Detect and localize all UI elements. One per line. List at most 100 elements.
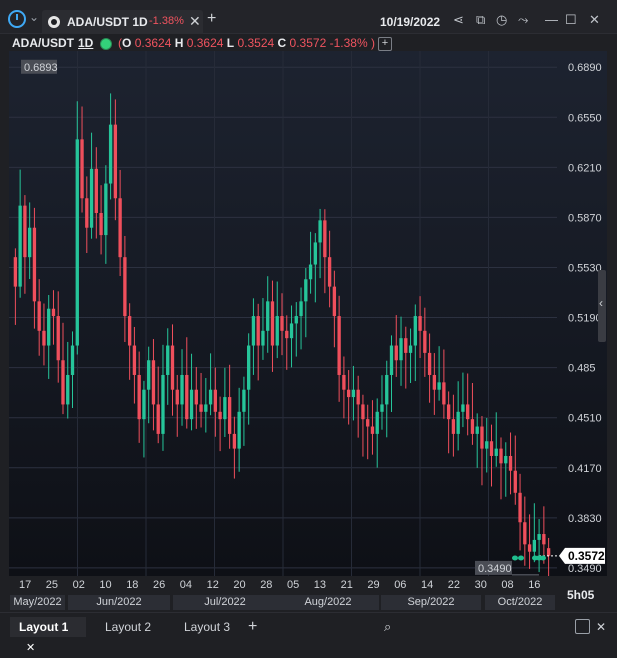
candle-body	[442, 382, 446, 405]
candle-body	[232, 433, 237, 449]
candle-body	[189, 389, 194, 420]
candle-body	[147, 360, 151, 390]
candle-body	[180, 374, 184, 405]
event-marker	[540, 555, 546, 561]
countdown-timer: 5h05	[567, 588, 595, 602]
price-chart[interactable]: 0.6890 0.6550 0.6210 0.5870 0.5530 0.5190 0.48…	[9, 51, 607, 576]
y-tick-label: 0.4170	[568, 463, 602, 475]
candle-body	[23, 205, 27, 258]
candle-body	[13, 257, 18, 287]
candle-body	[185, 374, 189, 420]
month-label: May/2022	[10, 595, 65, 610]
candle-body	[242, 389, 246, 412]
candle-body	[266, 301, 270, 331]
candle-body	[499, 448, 503, 464]
last-price-label: 0.3572	[568, 549, 605, 563]
add-indicator-button[interactable]: +	[378, 37, 392, 51]
y-tick-label: 0.5530	[568, 262, 602, 274]
candle-body	[456, 411, 460, 434]
candle-body	[546, 548, 551, 556]
candle-body	[175, 389, 179, 405]
month-label: Jun/2022	[68, 595, 170, 610]
candle-body	[194, 389, 198, 405]
low-value: 0.3524	[237, 36, 275, 50]
close-panel-icon[interactable]: ✕	[596, 617, 606, 637]
candle-body	[342, 374, 346, 390]
candle-body	[399, 338, 403, 361]
fullscreen-icon[interactable]	[575, 619, 590, 634]
compare-icon[interactable]: ⤳	[518, 12, 528, 28]
candle-body	[294, 316, 298, 324]
candle-body	[523, 522, 527, 545]
candle-body	[94, 168, 98, 213]
y-tick-label: 0.6210	[568, 162, 602, 174]
candle-body	[446, 404, 451, 420]
popout-icon[interactable]: ⧉	[476, 12, 485, 28]
date-label: 10/19/2022	[380, 15, 441, 29]
candle-body	[32, 227, 37, 302]
x-tick-label: 05	[287, 579, 300, 591]
x-tick-label: 06	[394, 579, 407, 591]
side-panel-handle[interactable]	[598, 270, 606, 342]
candle-body	[466, 404, 470, 420]
x-tick-label: 12	[206, 579, 219, 591]
maximize-icon[interactable]: ☐	[565, 12, 577, 28]
new-tab-button[interactable]: +	[207, 11, 216, 27]
candle-body	[280, 316, 284, 331]
candle-body	[237, 411, 241, 449]
candle-body	[37, 301, 41, 331]
candle-body	[299, 301, 303, 317]
candle-body	[137, 374, 141, 420]
layout-tab-2[interactable]: Layout 2	[105, 617, 151, 637]
chevron-down-icon[interactable]: ⌄	[29, 10, 39, 24]
candle-body	[332, 286, 337, 317]
x-tick-label: 30	[474, 579, 487, 591]
candle-body	[513, 470, 517, 493]
layout-bar: Layout 1 ✕ Layout 2 Layout 3 + ⌕ ✕	[0, 612, 617, 654]
alarm-icon[interactable]: ◷	[496, 12, 507, 28]
candle-body	[346, 389, 351, 398]
clock-icon[interactable]	[8, 10, 26, 28]
candle-body	[75, 139, 79, 346]
min-price-label: 0.3490	[478, 563, 512, 575]
candle-body	[337, 316, 341, 375]
candle-body	[489, 441, 494, 456]
chart-tab[interactable]: ADA/USDT 1D -1.38% ✕	[42, 10, 203, 34]
open-label: O	[122, 36, 132, 50]
symbol-label[interactable]: ADA/USDT	[12, 36, 74, 50]
search-icon[interactable]: ⌕	[384, 617, 391, 637]
layout-tab-3[interactable]: Layout 3	[184, 617, 230, 637]
close-label: C	[277, 36, 287, 50]
share-icon[interactable]: ⋖	[453, 12, 464, 28]
candle-body	[470, 419, 475, 434]
timeframe-label[interactable]: 1D	[78, 36, 93, 50]
candle-body	[508, 455, 513, 471]
candle-body	[247, 345, 251, 390]
candle-body	[142, 389, 146, 420]
ohlc-paren-close: )	[370, 36, 375, 50]
candle-body	[218, 411, 222, 420]
candle-body	[437, 382, 441, 390]
candle-body	[351, 389, 356, 398]
x-tick-label: 08	[501, 579, 514, 591]
candle-body	[318, 220, 322, 243]
add-layout-button[interactable]: +	[248, 617, 257, 637]
candle-body	[127, 316, 132, 346]
candle-body	[389, 345, 394, 375]
candle-body	[289, 323, 294, 339]
candle-body	[304, 279, 308, 302]
candle-body	[461, 404, 465, 412]
y-tick-label: 0.5870	[568, 212, 602, 224]
candle-body	[151, 360, 156, 405]
close-window-icon[interactable]: ✕	[589, 12, 600, 28]
minimize-icon[interactable]: —	[545, 12, 558, 27]
candle-body	[427, 352, 432, 375]
candle-body	[270, 301, 275, 346]
close-tab-icon[interactable]: ✕	[189, 13, 201, 30]
candle-body	[47, 308, 51, 346]
x-tick-label: 25	[45, 579, 59, 591]
candle-body	[256, 316, 260, 346]
top-toolbar: ⌄ ADA/USDT 1D -1.38% ✕ + 10/19/2022 ⋖ ⧉ …	[0, 0, 617, 34]
candle-body	[356, 389, 360, 405]
layout-tab-1[interactable]: Layout 1 ✕	[10, 617, 86, 654]
